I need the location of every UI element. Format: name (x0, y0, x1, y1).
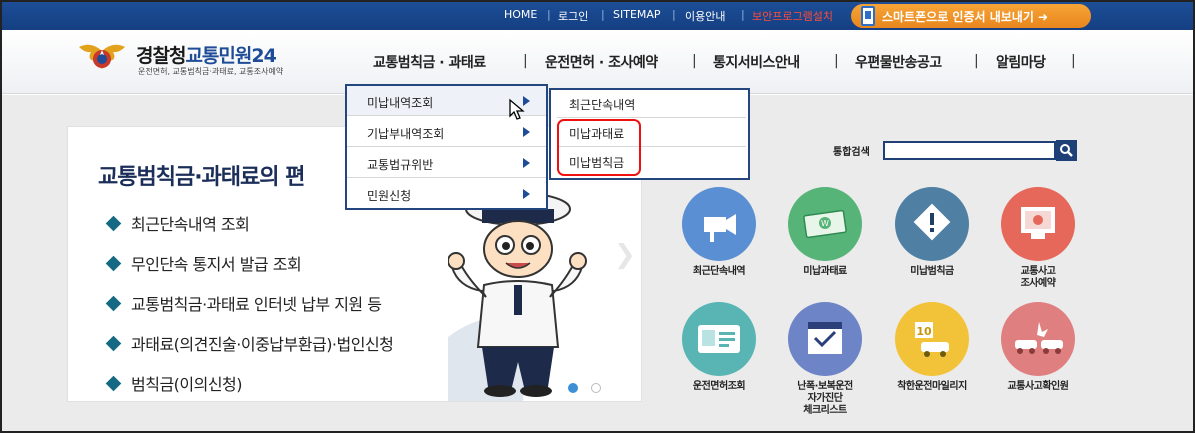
banner-next-arrow-icon[interactable]: ❯ (614, 240, 636, 270)
service-accident-reservation[interactable]: 교통사고 조사예약 (988, 187, 1088, 307)
money-bills-icon: W (803, 209, 847, 239)
nav-divider: | (523, 53, 528, 69)
highlight-annotation (557, 119, 641, 176)
police-emblem-icon[interactable] (77, 39, 127, 77)
site-header: 경찰청교통민원24 운전면허, 교통범칙금·과태료, 교통조사예약 교통범칙금 … (2, 30, 1193, 94)
service-unpaid-penalties[interactable]: 미납범칙금 (882, 187, 982, 307)
nav-notice-board[interactable]: 알림마당 (996, 52, 1046, 72)
police-mascot-illustration (448, 192, 587, 401)
diamond-bullet-icon (105, 255, 122, 272)
service-icon-circle: W (788, 187, 862, 261)
service-icon-circle (788, 302, 862, 376)
logo-text-main: 경찰청 (136, 45, 186, 67)
service-icon-circle (895, 187, 969, 261)
search-label: 통합검색 (833, 147, 870, 158)
id-card-icon (698, 325, 740, 353)
nav-returned-mail[interactable]: 우편물반송공고 (855, 52, 942, 72)
sitemap-link[interactable]: SITEMAP (613, 8, 661, 21)
service-icon-circle (682, 302, 756, 376)
usage-guide-link[interactable]: 이용안내 (685, 8, 725, 24)
service-accident-certificate[interactable]: 교통사고확인원 (988, 302, 1088, 422)
divider: | (672, 8, 676, 21)
cctv-camera-icon (704, 214, 736, 242)
mouse-cursor-icon (509, 98, 525, 120)
divider: | (741, 8, 745, 21)
diamond-bullet-icon (105, 335, 122, 352)
smartphone-certificate-export-button[interactable]: 스마트폰으로 인증서 내보내기 ➜ (851, 4, 1091, 28)
banner-bullet: 최근단속내역 조회 (105, 211, 250, 235)
search-icon (1060, 144, 1073, 157)
triangle-right-icon (523, 189, 530, 199)
search-input[interactable] (883, 141, 1056, 160)
smartphone-icon (861, 6, 875, 26)
nav-divider: | (1071, 53, 1076, 69)
service-good-driving-mileage[interactable]: 10 착한운전마일리지 (882, 302, 982, 422)
svg-text:10: 10 (916, 325, 932, 338)
submenu-item-recent-enforcement[interactable]: 최근단속내역 (557, 90, 746, 118)
logo-subtitle: 운전면허, 교통범칙금·과태료, 교통조사예약 (138, 67, 284, 76)
login-link[interactable]: 로그인 (558, 8, 588, 24)
carousel-dot-active[interactable] (568, 383, 578, 393)
menu-item-traffic-violation[interactable]: 교통법규위반 (347, 148, 546, 178)
svg-text:W: W (821, 219, 829, 228)
nav-fines-penalties[interactable]: 교통범칙금 · 과태료 (373, 52, 486, 72)
search-button[interactable] (1056, 140, 1077, 161)
nav-notification-service[interactable]: 통지서비스안내 (713, 52, 800, 72)
nav-divider: | (834, 53, 839, 69)
diamond-bullet-icon (105, 375, 122, 392)
banner-bullet: 교통범칙금·과태료 인터넷 납부 지원 등 (105, 291, 382, 315)
service-reckless-driving-checklist[interactable]: 난폭·보복운전 자가진단 체크리스트 (775, 302, 875, 422)
nav-license-reservation[interactable]: 운전면허 · 조사예약 (545, 52, 658, 72)
home-link[interactable]: HOME (504, 8, 537, 21)
nav-divider: | (692, 53, 697, 69)
banner-bullet: 범칙금(이의신청) (105, 371, 243, 395)
car-crash-icon (1015, 322, 1063, 354)
monitor-icon (1021, 207, 1055, 239)
browser-page: HOME | 로그인 | SITEMAP | 이용안내 | 보안프로그램설치 스… (0, 0, 1195, 433)
service-recent-enforcement[interactable]: 최근단속내역 (669, 187, 769, 307)
carousel-dot[interactable] (591, 383, 601, 393)
nav-divider: | (974, 53, 979, 69)
service-icon-circle: 10 (895, 302, 969, 376)
service-icon-circle (1001, 187, 1075, 261)
security-program-link[interactable]: 보안프로그램설치 (752, 8, 833, 24)
service-unpaid-fines[interactable]: W 미납과태료 (775, 187, 875, 307)
banner-bullet: 무인단속 통지서 발급 조회 (105, 251, 302, 275)
banner-bullet: 과태료(의견진술·이중납부환급)·법인신청 (105, 331, 394, 355)
triangle-right-icon (523, 127, 530, 137)
smartphone-button-label: 스마트폰으로 인증서 내보내기 ➜ (882, 10, 1049, 24)
service-icon-circle (682, 187, 756, 261)
service-icon-circle (1001, 302, 1075, 376)
top-utility-bar: HOME | 로그인 | SITEMAP | 이용안내 | 보안프로그램설치 스… (2, 2, 1193, 30)
divider: | (601, 8, 605, 21)
diamond-bullet-icon (105, 215, 122, 232)
calendar-check-icon (808, 322, 842, 354)
mileage-car-icon: 10 (915, 322, 949, 357)
service-license-inquiry[interactable]: 운전면허조회 (669, 302, 769, 422)
divider: | (547, 8, 551, 21)
triangle-right-icon (523, 158, 530, 168)
menu-item-civil-request[interactable]: 민원신청 (347, 179, 546, 209)
site-logo-title[interactable]: 경찰청교통민원24 (136, 41, 277, 68)
logo-text-blue: 교통민원24 (185, 45, 276, 67)
banner-title: 교통범칙금·과태료의 편 (98, 165, 305, 190)
diamond-bullet-icon (105, 295, 122, 312)
warning-diamond-icon (913, 203, 951, 241)
